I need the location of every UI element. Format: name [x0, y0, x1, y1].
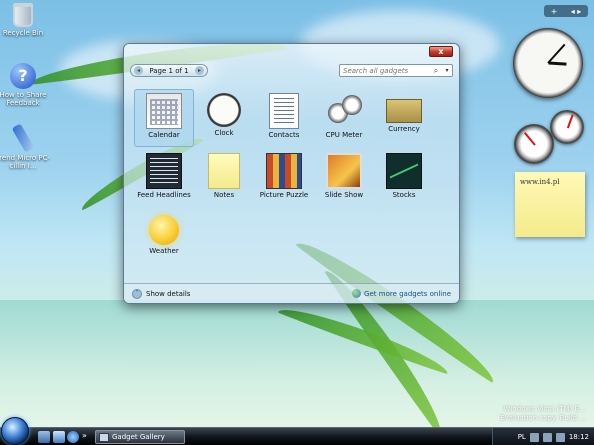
clock-gadget[interactable]: [513, 28, 583, 98]
gadget-label: Weather: [149, 247, 179, 255]
page-indicator: Page 1 of 1: [149, 66, 189, 75]
search-input[interactable]: [343, 66, 429, 75]
search-dropdown-icon[interactable]: ▾: [442, 67, 452, 74]
get-more-gadgets-link[interactable]: Get more gadgets online: [352, 289, 451, 298]
show-details-label: Show details: [146, 289, 191, 298]
stocks-icon: [386, 153, 422, 189]
gadget-label: Slide Show: [324, 191, 364, 199]
cpu-meter-icon: [326, 93, 362, 129]
get-more-gadgets-label: Get more gadgets online: [364, 289, 451, 298]
show-desktop-icon[interactable]: [38, 431, 50, 443]
show-details-toggle[interactable]: ˅ Show details: [132, 288, 191, 299]
wallpaper-sea: [0, 300, 594, 445]
evaluation-watermark: Windows Vista (TM) B... Evaluation copy.…: [500, 405, 586, 423]
clock-time[interactable]: 18:12: [569, 433, 589, 441]
sidebar-controls: + ◂ ▸: [544, 5, 588, 17]
clock-icon: [207, 93, 241, 127]
gadget-label: Currency: [388, 125, 420, 133]
add-gadget-button[interactable]: +: [551, 7, 558, 16]
slide-show-icon: [326, 153, 362, 189]
picture-puzzle-icon: [266, 153, 302, 189]
trend-micro-icon: [11, 123, 35, 153]
switch-windows-icon[interactable]: [53, 431, 65, 443]
desktop-icon-share-feedback[interactable]: ? How to Share Feedback: [0, 63, 53, 107]
weather-icon: [149, 215, 179, 245]
gadget-label: CPU Meter: [325, 131, 363, 139]
gadget-tile-clock[interactable]: Clock: [194, 89, 254, 147]
notes-gadget[interactable]: www.in4.pl: [515, 172, 585, 237]
gadget-tile-calendar[interactable]: Calendar: [134, 89, 194, 147]
gallery-footer: ˅ Show details Get more gadgets online: [124, 283, 459, 303]
taskbar-button-gadget-gallery[interactable]: Gadget Gallery: [95, 430, 185, 444]
gadget-tile-currency[interactable]: Currency: [374, 89, 434, 147]
cpu-dial: [514, 124, 554, 164]
security-icon[interactable]: [555, 432, 565, 442]
gadget-label: Notes: [213, 191, 235, 199]
desktop-icon-label: Trend Micro PC-cillin I...: [0, 154, 51, 170]
language-indicator[interactable]: PL: [518, 433, 526, 441]
quick-launch-chevron[interactable]: »: [82, 431, 87, 440]
gadget-tile-notes[interactable]: Notes: [194, 149, 254, 207]
chevron-down-icon: ˅: [132, 288, 142, 299]
desktop-icon-label: How to Share Feedback: [0, 91, 47, 107]
internet-explorer-icon[interactable]: [67, 431, 79, 443]
search-box[interactable]: ⌕ ▾: [339, 64, 453, 77]
pager: ◂ Page 1 of 1 ▸: [130, 64, 208, 77]
gadget-gallery-window: x ◂ Page 1 of 1 ▸ ⌕ ▾ Calendar Clock Con…: [123, 43, 460, 304]
gadget-label: Calendar: [148, 131, 180, 139]
gadget-gallery-icon: [99, 432, 109, 442]
taskbar: » Gadget Gallery PL 18:12: [0, 427, 594, 445]
volume-icon[interactable]: [542, 432, 552, 442]
memory-needle: [567, 114, 574, 129]
gadget-tile-slide-show[interactable]: Slide Show: [314, 149, 374, 207]
gadget-label: Clock: [214, 129, 234, 137]
taskbar-button-label: Gadget Gallery: [112, 433, 165, 441]
watermark-line: Evaluation copy. Build ...: [500, 414, 586, 422]
clock-hour-hand: [547, 61, 567, 66]
cpu-needle: [523, 131, 536, 146]
close-button[interactable]: x: [429, 46, 453, 57]
watermark-line: Windows Vista (TM) B...: [503, 405, 586, 413]
gallery-toolbar: ◂ Page 1 of 1 ▸ ⌕ ▾: [124, 62, 459, 80]
gadget-label: Picture Puzzle: [259, 191, 309, 199]
feed-headlines-icon: [146, 153, 182, 189]
gadget-grid: Calendar Clock Contacts CPU Meter Curren…: [134, 89, 454, 269]
start-button[interactable]: [1, 417, 29, 445]
notes-text[interactable]: www.in4.pl: [520, 178, 560, 186]
globe-icon: [352, 289, 362, 298]
gadget-label: Contacts: [268, 131, 300, 139]
gadget-tile-feed-headlines[interactable]: Feed Headlines: [134, 149, 194, 207]
gadget-tile-stocks[interactable]: Stocks: [374, 149, 434, 207]
desktop-icon-recycle-bin[interactable]: Recycle Bin: [0, 3, 53, 37]
gadget-tile-picture-puzzle[interactable]: Picture Puzzle: [254, 149, 314, 207]
recycle-bin-icon: [13, 3, 33, 27]
memory-dial: [550, 110, 584, 144]
desktop-icon-label: Recycle Bin: [2, 29, 44, 37]
gadget-label: Feed Headlines: [137, 191, 191, 199]
clock-minute-hand: [547, 43, 566, 64]
gadget-tile-cpu-meter[interactable]: CPU Meter: [314, 89, 374, 147]
system-tray: PL 18:12: [492, 428, 594, 445]
gadget-tile-weather[interactable]: Weather: [134, 209, 194, 267]
prev-page-button[interactable]: ◂: [134, 66, 143, 75]
gadget-label: Stocks: [392, 191, 416, 199]
help-icon: ?: [10, 63, 36, 89]
cpu-meter-gadget[interactable]: [514, 110, 584, 165]
next-page-button[interactable]: ▸: [195, 66, 204, 75]
currency-icon: [386, 99, 422, 123]
calendar-icon: [146, 93, 182, 129]
desktop-icon-trend-micro[interactable]: Trend Micro PC-cillin I...: [0, 123, 53, 170]
gadget-tile-contacts[interactable]: Contacts: [254, 89, 314, 147]
search-icon[interactable]: ⌕: [430, 66, 442, 76]
network-icon[interactable]: [529, 432, 539, 442]
sidebar-nav-button[interactable]: ◂ ▸: [571, 7, 582, 16]
contacts-icon: [269, 93, 299, 129]
notes-icon: [208, 153, 240, 189]
